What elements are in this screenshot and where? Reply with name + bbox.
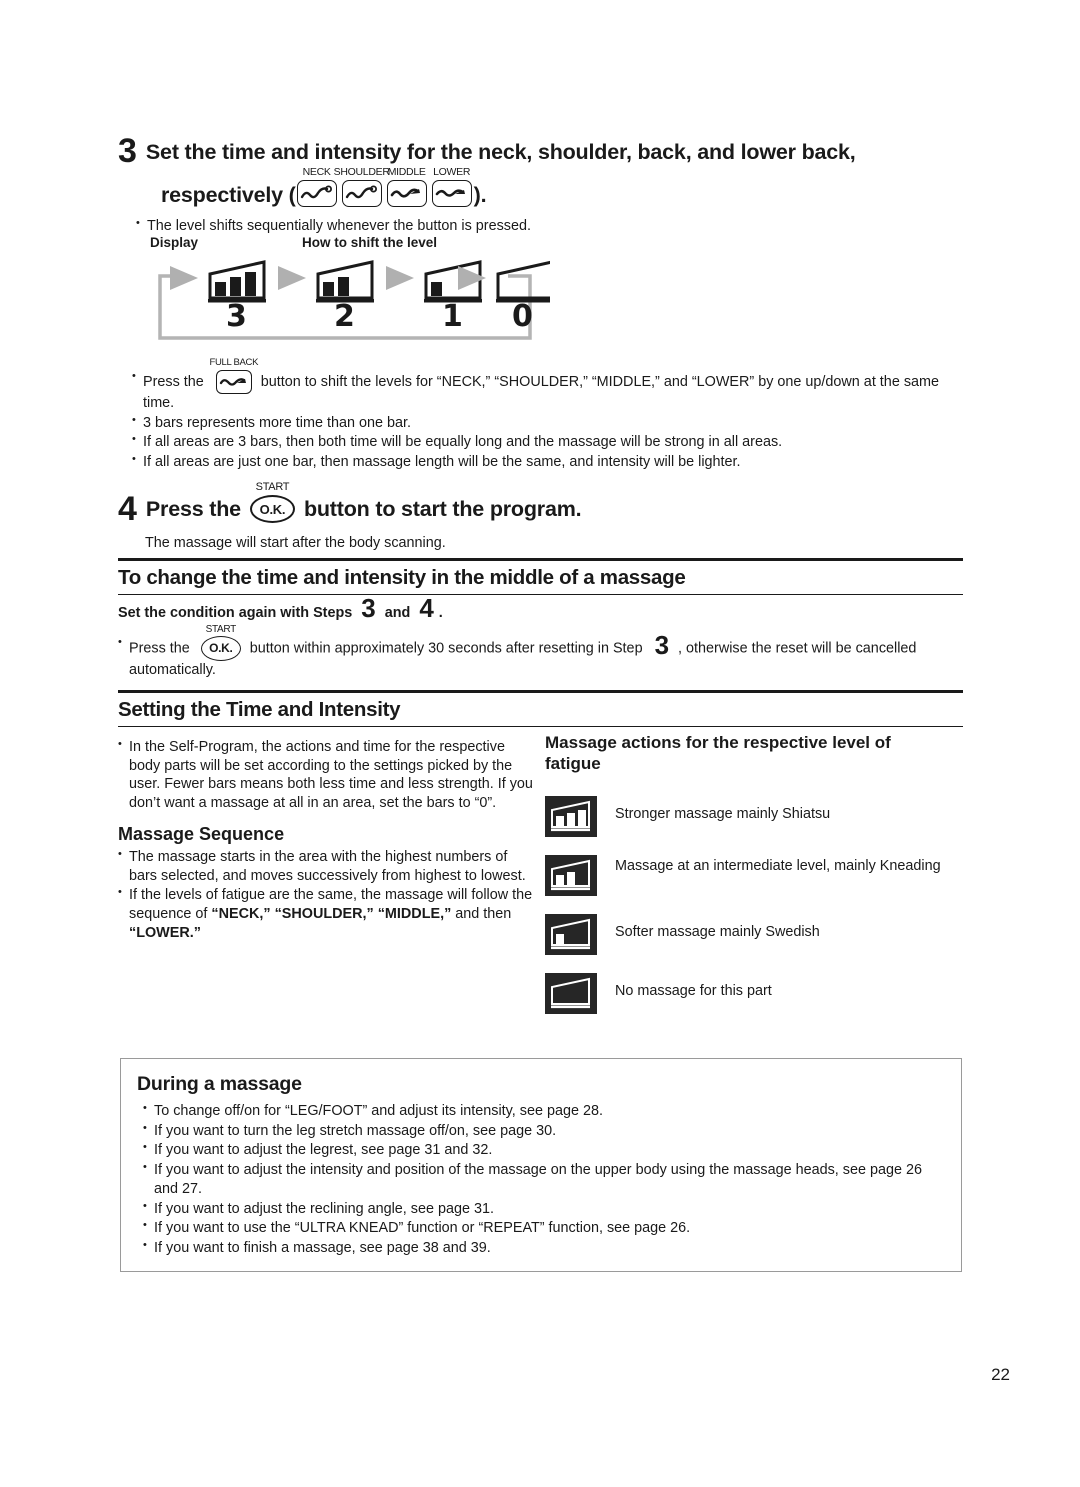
section-change-heading: To change the time and intensity in the … xyxy=(118,566,686,589)
during-bullet: If you want to finish a massage, see pag… xyxy=(143,1238,943,1258)
during-massage-heading: During a massage xyxy=(137,1073,302,1095)
page-number: 22 xyxy=(991,1365,1010,1384)
shoulder-button[interactable]: SHOULDER xyxy=(334,166,390,207)
step-4-title-pre: Press the xyxy=(145,496,241,521)
lower-button-caption: LOWER xyxy=(433,166,471,178)
level-3-inverted-icon xyxy=(545,796,597,838)
middle-button[interactable]: MIDDLE xyxy=(386,166,427,207)
legend-text: Massage at an intermediate level, mainly… xyxy=(615,858,941,875)
during-massage-box: During a massage To change off/on for “L… xyxy=(120,1058,962,1272)
lead-end: . xyxy=(438,605,443,621)
level-1-inverted-icon xyxy=(545,914,597,956)
step-4-note: The massage will start after the body sc… xyxy=(145,535,446,551)
legend-text: Softer massage mainly Swedish xyxy=(615,924,820,941)
massage-sequence-subhead: Massage Sequence xyxy=(118,823,285,844)
level-2-icon xyxy=(316,260,374,303)
lead-and: and xyxy=(384,605,411,621)
ok-start-button[interactable]: START O.K. xyxy=(249,481,295,523)
step-3-title-line2-post: ). xyxy=(473,183,487,207)
during-bullet: If you want to use the “ULTRA KNEAD” fun… xyxy=(143,1218,943,1238)
section-change-body: Set the condition again with Steps 3 and… xyxy=(118,593,966,681)
massage-wave-icon xyxy=(386,180,427,207)
setting-right-column: Massage actions for the respective level… xyxy=(545,733,963,1015)
step-3-note: The level shifts sequentially whenever t… xyxy=(136,216,968,236)
sequence-bold-1: “NECK,” “SHOULDER,” “MIDDLE,” xyxy=(211,905,452,922)
setting-intro-bullet: In the Self-Program, the actions and tim… xyxy=(118,737,533,813)
ok-start-button-label: O.K. xyxy=(249,495,295,523)
legend-text: Stronger massage mainly Shiatsu xyxy=(615,806,831,823)
fullback-bullet-list: Press the FULL BACK button to shift the … xyxy=(132,357,970,473)
step-4-block: 4 Press the START O.K. button to start t… xyxy=(118,481,968,551)
section-setting-heading: Setting the Time and Intensity xyxy=(118,698,401,721)
during-bullet: To change off/on for “LEG/FOOT” and adju… xyxy=(143,1101,943,1121)
ok-start-button-caption: START xyxy=(205,624,237,635)
step-3-title-line2-pre: respectively ( xyxy=(161,183,296,207)
massage-wave-icon xyxy=(296,180,337,207)
section-rule-bottom xyxy=(118,726,963,727)
neck-button[interactable]: NECK xyxy=(296,166,337,207)
during-bullet: If you want to adjust the reclining angl… xyxy=(143,1199,943,1219)
fullback-plain-bullet-2: If all areas are 3 bars, then both time … xyxy=(132,432,970,452)
fullback-plain-bullet-3: If all areas are just one bar, then mass… xyxy=(132,452,970,472)
section-change-lead: Set the condition again with Steps 3 and… xyxy=(118,593,443,623)
shoulder-button-caption: SHOULDER xyxy=(333,166,390,178)
step-3-note-list: The level shifts sequentially whenever t… xyxy=(136,216,968,236)
lower-button[interactable]: LOWER xyxy=(431,166,472,207)
step-4-number: 4 xyxy=(118,490,137,528)
fullback-bullet-post: button to shift the levels for “NECK,” “… xyxy=(143,373,940,411)
ok-start-button-label: O.K. xyxy=(200,636,241,661)
ok-start-button[interactable]: START O.K. xyxy=(200,624,241,661)
legend-row: No massage for this part xyxy=(545,973,963,1015)
change-bullet-pre: Press the xyxy=(129,640,190,657)
during-bullet: If you want to adjust the intensity and … xyxy=(143,1160,943,1198)
during-bullet: If you want to turn the leg stretch mass… xyxy=(143,1121,943,1141)
legend-row: Massage at an intermediate level, mainly… xyxy=(545,855,963,897)
change-bullet-mid: button within approximately 30 seconds a… xyxy=(249,640,643,657)
level-1-value: 1 xyxy=(442,299,463,334)
massage-wave-icon xyxy=(431,180,472,207)
fullback-bullet: Press the FULL BACK button to shift the … xyxy=(132,357,970,413)
massage-wave-icon xyxy=(341,180,382,207)
step-3-number: 3 xyxy=(118,132,137,170)
during-bullet: If you want to adjust the legrest, see p… xyxy=(143,1140,943,1160)
fullback-bullet-pre: Press the xyxy=(143,373,204,390)
step-3-block: 3 Set the time and intensity for the nec… xyxy=(118,134,968,237)
sequence-bold-2: “LOWER.” xyxy=(129,924,201,941)
massage-wave-icon xyxy=(215,370,252,394)
level-2-inverted-icon xyxy=(545,855,597,897)
lead-pre: Set the condition again with Steps xyxy=(118,605,353,621)
level-shift-diagram: Display How to shift the level 3 2 1 0 xyxy=(150,235,550,345)
neck-button-caption: NECK xyxy=(302,166,331,178)
level-2-value: 2 xyxy=(334,299,355,334)
legend-text: No massage for this part xyxy=(615,983,772,1000)
massage-sequence-bullet-2: If the levels of fatigue are the same, t… xyxy=(118,885,533,942)
diagram-label-display: Display xyxy=(150,235,199,250)
step-3-title-line1: Set the time and intensity for the neck,… xyxy=(145,140,856,164)
section-change-bullet: Press the START O.K. button within appro… xyxy=(118,624,966,680)
manual-page: 3 Set the time and intensity for the nec… xyxy=(0,0,1080,1487)
level-0-value: 0 xyxy=(512,299,533,334)
ok-start-button-caption: START xyxy=(255,481,290,493)
diagram-label-howto: How to shift the level xyxy=(302,235,438,250)
section-setting-time: Setting the Time and Intensity xyxy=(118,690,963,727)
step-4-title-post: button to start the program. xyxy=(303,496,582,521)
level-3-value: 3 xyxy=(226,299,247,334)
massage-actions-subhead: Massage actions for the respective level… xyxy=(545,733,891,773)
fullback-plain-bullet-1: 3 bars represents more time than one bar… xyxy=(132,413,970,433)
legend-row: Stronger massage mainly Shiatsu xyxy=(545,796,963,838)
full-back-button[interactable]: FULL BACK xyxy=(209,357,258,394)
section-change-time: To change the time and intensity in the … xyxy=(118,558,963,595)
level-0-inverted-icon xyxy=(545,973,597,1015)
legend-row: Softer massage mainly Swedish xyxy=(545,914,963,956)
sequence-mid: and then xyxy=(451,905,512,922)
section-rule-bottom xyxy=(118,594,963,595)
massage-sequence-bullet-1: The massage starts in the area with the … xyxy=(118,847,533,885)
middle-button-caption: MIDDLE xyxy=(387,166,426,178)
level-0-icon xyxy=(496,260,550,303)
level-3-icon xyxy=(208,260,266,303)
full-back-button-caption: FULL BACK xyxy=(209,357,259,368)
setting-left-column: In the Self-Program, the actions and tim… xyxy=(118,737,533,943)
